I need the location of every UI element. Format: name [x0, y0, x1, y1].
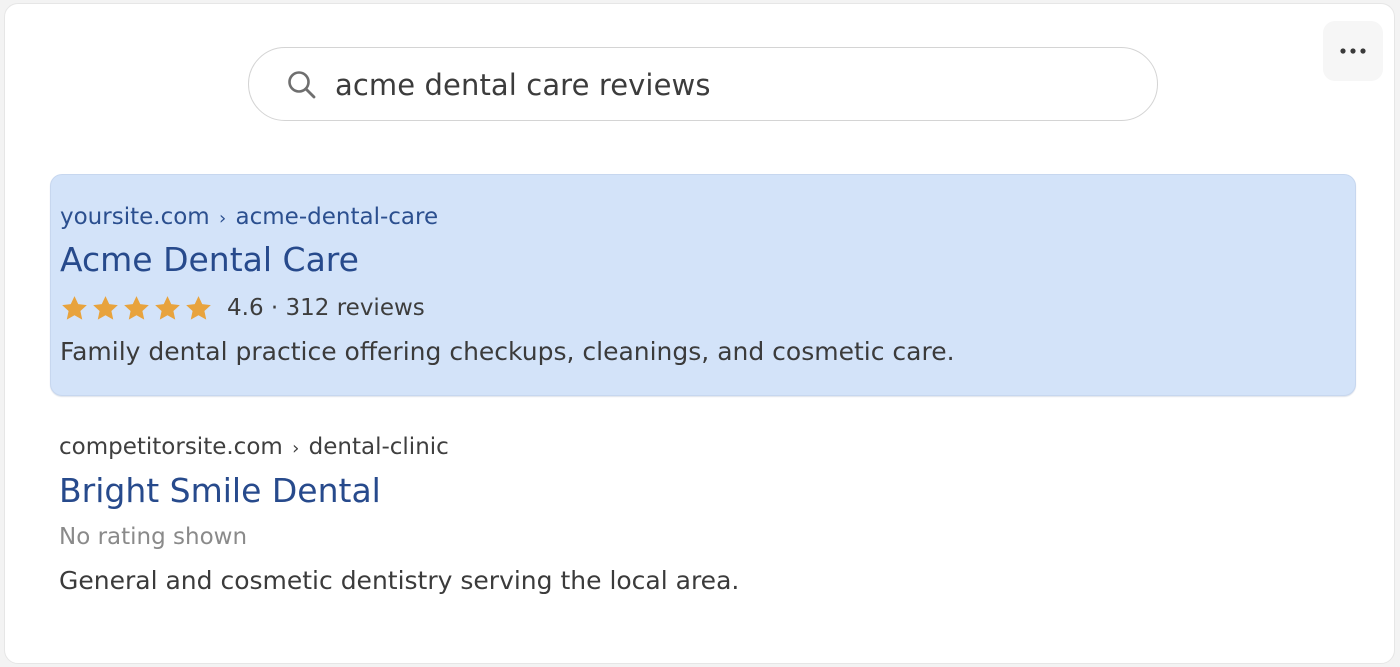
more-options-button[interactable]: [1323, 21, 1383, 81]
search-bar[interactable]: acme dental care reviews: [248, 47, 1158, 121]
breadcrumb-separator: ›: [219, 208, 227, 229]
search-query[interactable]: acme dental care reviews: [335, 66, 711, 104]
result-path: dental-clinic: [308, 434, 449, 460]
more-horizontal-icon: [1340, 48, 1366, 54]
result-path: acme-dental-care: [235, 204, 439, 230]
search-icon: [288, 71, 316, 99]
star-icon: [155, 295, 180, 320]
breadcrumb-separator: ›: [292, 438, 300, 459]
result-domain: yoursite.com: [60, 204, 210, 230]
result-breadcrumb[interactable]: yoursite.com › acme-dental-care: [60, 202, 438, 234]
result-breadcrumb[interactable]: competitorsite.com › dental-clinic: [59, 432, 449, 464]
rating-row: 4.6 · 312 reviews: [60, 291, 425, 325]
search-result[interactable]: competitorsite.com › dental-clinic Brigh…: [50, 404, 1356, 604]
no-rating-label: No rating shown: [59, 524, 248, 550]
star-rating: [60, 294, 213, 323]
result-title-link[interactable]: Acme Dental Care: [60, 239, 359, 281]
result-snippet: Family dental practice offering checkups…: [60, 337, 955, 366]
star-icon: [124, 295, 149, 320]
search-result-highlighted[interactable]: yoursite.com › acme-dental-care Acme Den…: [50, 174, 1356, 396]
search-results-card: acme dental care reviews yoursite.com › …: [4, 3, 1395, 664]
result-domain: competitorsite.com: [59, 434, 283, 460]
result-title-link[interactable]: Bright Smile Dental: [59, 470, 381, 512]
star-icon: [186, 295, 211, 320]
star-icon: [93, 295, 118, 320]
star-icon: [62, 295, 87, 320]
rating-summary: 4.6 · 312 reviews: [227, 295, 425, 321]
result-snippet: General and cosmetic dentistry serving t…: [59, 566, 740, 595]
